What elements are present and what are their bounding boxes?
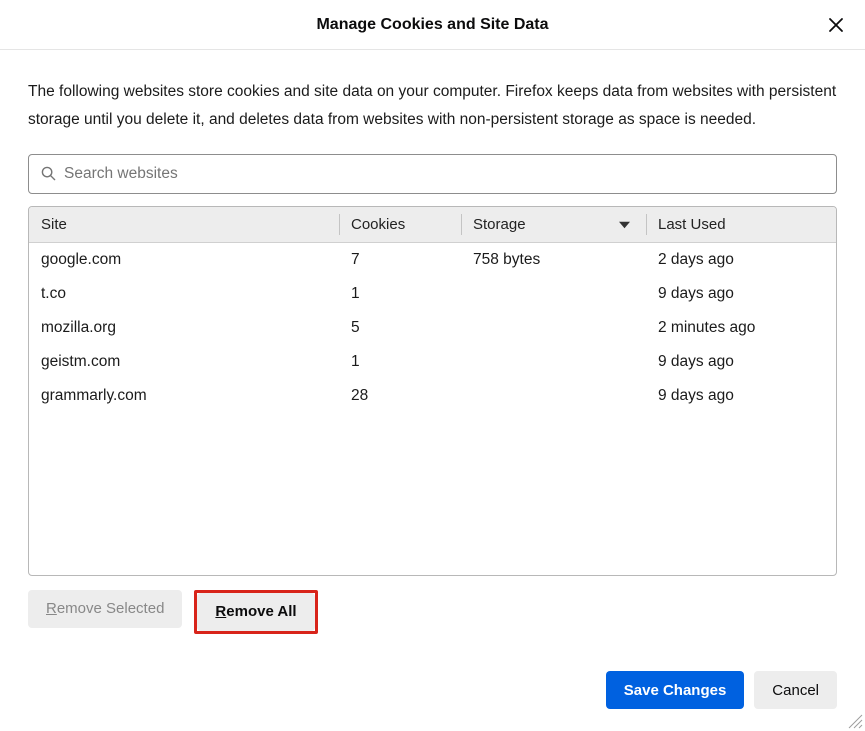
description-text: The following websites store cookies and… bbox=[28, 78, 837, 134]
table-row[interactable]: t.co1 9 days ago bbox=[29, 277, 836, 311]
cell-site: mozilla.org bbox=[29, 319, 339, 337]
search-icon bbox=[41, 166, 56, 181]
column-header-last-used[interactable]: Last Used bbox=[646, 207, 836, 242]
cell-last-used: 2 days ago bbox=[646, 251, 836, 269]
table-row[interactable]: grammarly.com28 9 days ago bbox=[29, 379, 836, 413]
dialog-header: Manage Cookies and Site Data bbox=[0, 0, 865, 50]
dialog-footer: Save Changes Cancel bbox=[606, 671, 837, 709]
table-header: Site Cookies Storage Last Used bbox=[29, 207, 836, 243]
close-icon bbox=[828, 17, 844, 33]
column-header-site[interactable]: Site bbox=[29, 207, 339, 242]
table-row[interactable]: geistm.com1 9 days ago bbox=[29, 345, 836, 379]
cell-cookies: 7 bbox=[339, 251, 461, 269]
cell-site: t.co bbox=[29, 285, 339, 303]
column-header-storage[interactable]: Storage bbox=[461, 207, 646, 242]
cell-last-used: 2 minutes ago bbox=[646, 319, 836, 337]
cell-site: google.com bbox=[29, 251, 339, 269]
column-label: Storage bbox=[473, 216, 526, 233]
dialog-title: Manage Cookies and Site Data bbox=[316, 16, 548, 34]
save-changes-button[interactable]: Save Changes bbox=[606, 671, 745, 709]
cell-site: geistm.com bbox=[29, 353, 339, 371]
table-row[interactable]: google.com7758 bytes2 days ago bbox=[29, 243, 836, 277]
cell-cookies: 28 bbox=[339, 387, 461, 405]
highlight-annotation: Remove All bbox=[194, 590, 317, 634]
close-button[interactable] bbox=[825, 14, 847, 36]
remove-selected-button[interactable]: Remove Selected bbox=[28, 590, 182, 628]
remove-all-button[interactable]: Remove All bbox=[197, 593, 314, 631]
button-label: Remove Selected bbox=[46, 600, 164, 617]
search-container bbox=[28, 154, 837, 194]
dialog-content: The following websites store cookies and… bbox=[0, 50, 865, 634]
cell-cookies: 1 bbox=[339, 353, 461, 371]
cancel-button[interactable]: Cancel bbox=[754, 671, 837, 709]
resize-grip-icon[interactable] bbox=[845, 711, 863, 729]
column-label: Site bbox=[41, 216, 67, 233]
cell-last-used: 9 days ago bbox=[646, 387, 836, 405]
cell-cookies: 1 bbox=[339, 285, 461, 303]
search-input[interactable] bbox=[64, 165, 824, 183]
cell-cookies: 5 bbox=[339, 319, 461, 337]
remove-actions: Remove Selected Remove All bbox=[28, 590, 837, 634]
column-header-cookies[interactable]: Cookies bbox=[339, 207, 461, 242]
cell-site: grammarly.com bbox=[29, 387, 339, 405]
cell-storage: 758 bytes bbox=[461, 251, 646, 269]
table-body: google.com7758 bytes2 days agot.co19 day… bbox=[29, 243, 836, 575]
column-label: Cookies bbox=[351, 216, 405, 233]
table-row[interactable]: mozilla.org5 2 minutes ago bbox=[29, 311, 836, 345]
button-label: Remove All bbox=[215, 603, 296, 620]
sites-table: Site Cookies Storage Last Used google.co… bbox=[28, 206, 837, 576]
cell-last-used: 9 days ago bbox=[646, 285, 836, 303]
cell-last-used: 9 days ago bbox=[646, 353, 836, 371]
sort-descending-icon bbox=[619, 216, 630, 233]
column-label: Last Used bbox=[658, 216, 726, 233]
